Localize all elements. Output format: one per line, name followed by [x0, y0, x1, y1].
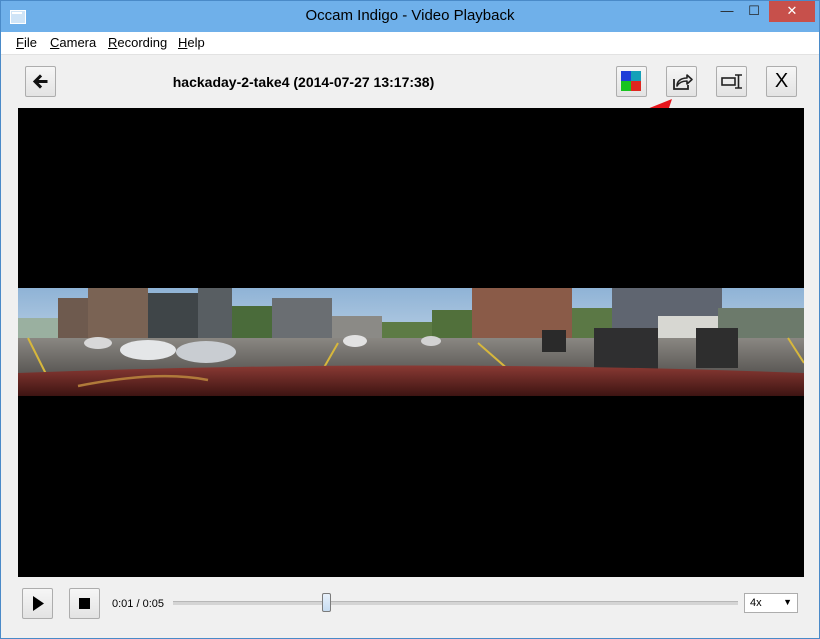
video-viewport[interactable] — [18, 108, 804, 577]
text-cursor-button[interactable] — [716, 66, 747, 97]
share-export-icon — [673, 74, 693, 90]
play-icon — [33, 596, 44, 611]
close-video-button[interactable]: X — [766, 66, 797, 97]
title-bar[interactable]: Occam Indigo - Video Playback — ☐ ✕ — [1, 1, 819, 32]
panoramic-video-frame — [18, 288, 804, 396]
video-toolbar: hackaday-2-take4 (2014-07-27 13:17:38) X — [1, 54, 819, 108]
minimize-button[interactable]: — — [713, 1, 741, 22]
street-panorama-image — [18, 288, 804, 396]
play-button[interactable] — [22, 588, 53, 619]
color-mode-icon — [621, 71, 641, 91]
stop-button[interactable] — [69, 588, 100, 619]
window-title: Occam Indigo - Video Playback — [305, 7, 515, 24]
chevron-down-icon: ▼ — [783, 597, 792, 607]
playback-time: 0:01 / 0:05 — [112, 598, 164, 610]
app-window: Occam Indigo - Video Playback — ☐ ✕ File… — [0, 0, 820, 639]
maximize-button[interactable]: ☐ — [741, 1, 767, 22]
menu-bar: File Camera Recording Help — [1, 32, 819, 55]
seek-slider-handle[interactable] — [322, 593, 331, 612]
menu-file[interactable]: File — [16, 35, 37, 50]
menu-camera[interactable]: Camera — [50, 35, 96, 50]
video-title: hackaday-2-take4 (2014-07-27 13:17:38) — [172, 74, 435, 90]
seek-slider[interactable] — [173, 593, 738, 612]
menu-help[interactable]: Help — [178, 35, 205, 50]
menu-recording[interactable]: Recording — [108, 35, 167, 50]
playback-controls: 0:01 / 0:05 4x ▼ — [1, 579, 819, 638]
text-cursor-icon — [721, 74, 742, 89]
close-window-button[interactable]: ✕ — [769, 1, 815, 22]
playback-speed-select[interactable]: 4x ▼ — [744, 593, 798, 613]
playback-speed-value: 4x — [750, 597, 762, 609]
stop-icon — [79, 598, 90, 609]
